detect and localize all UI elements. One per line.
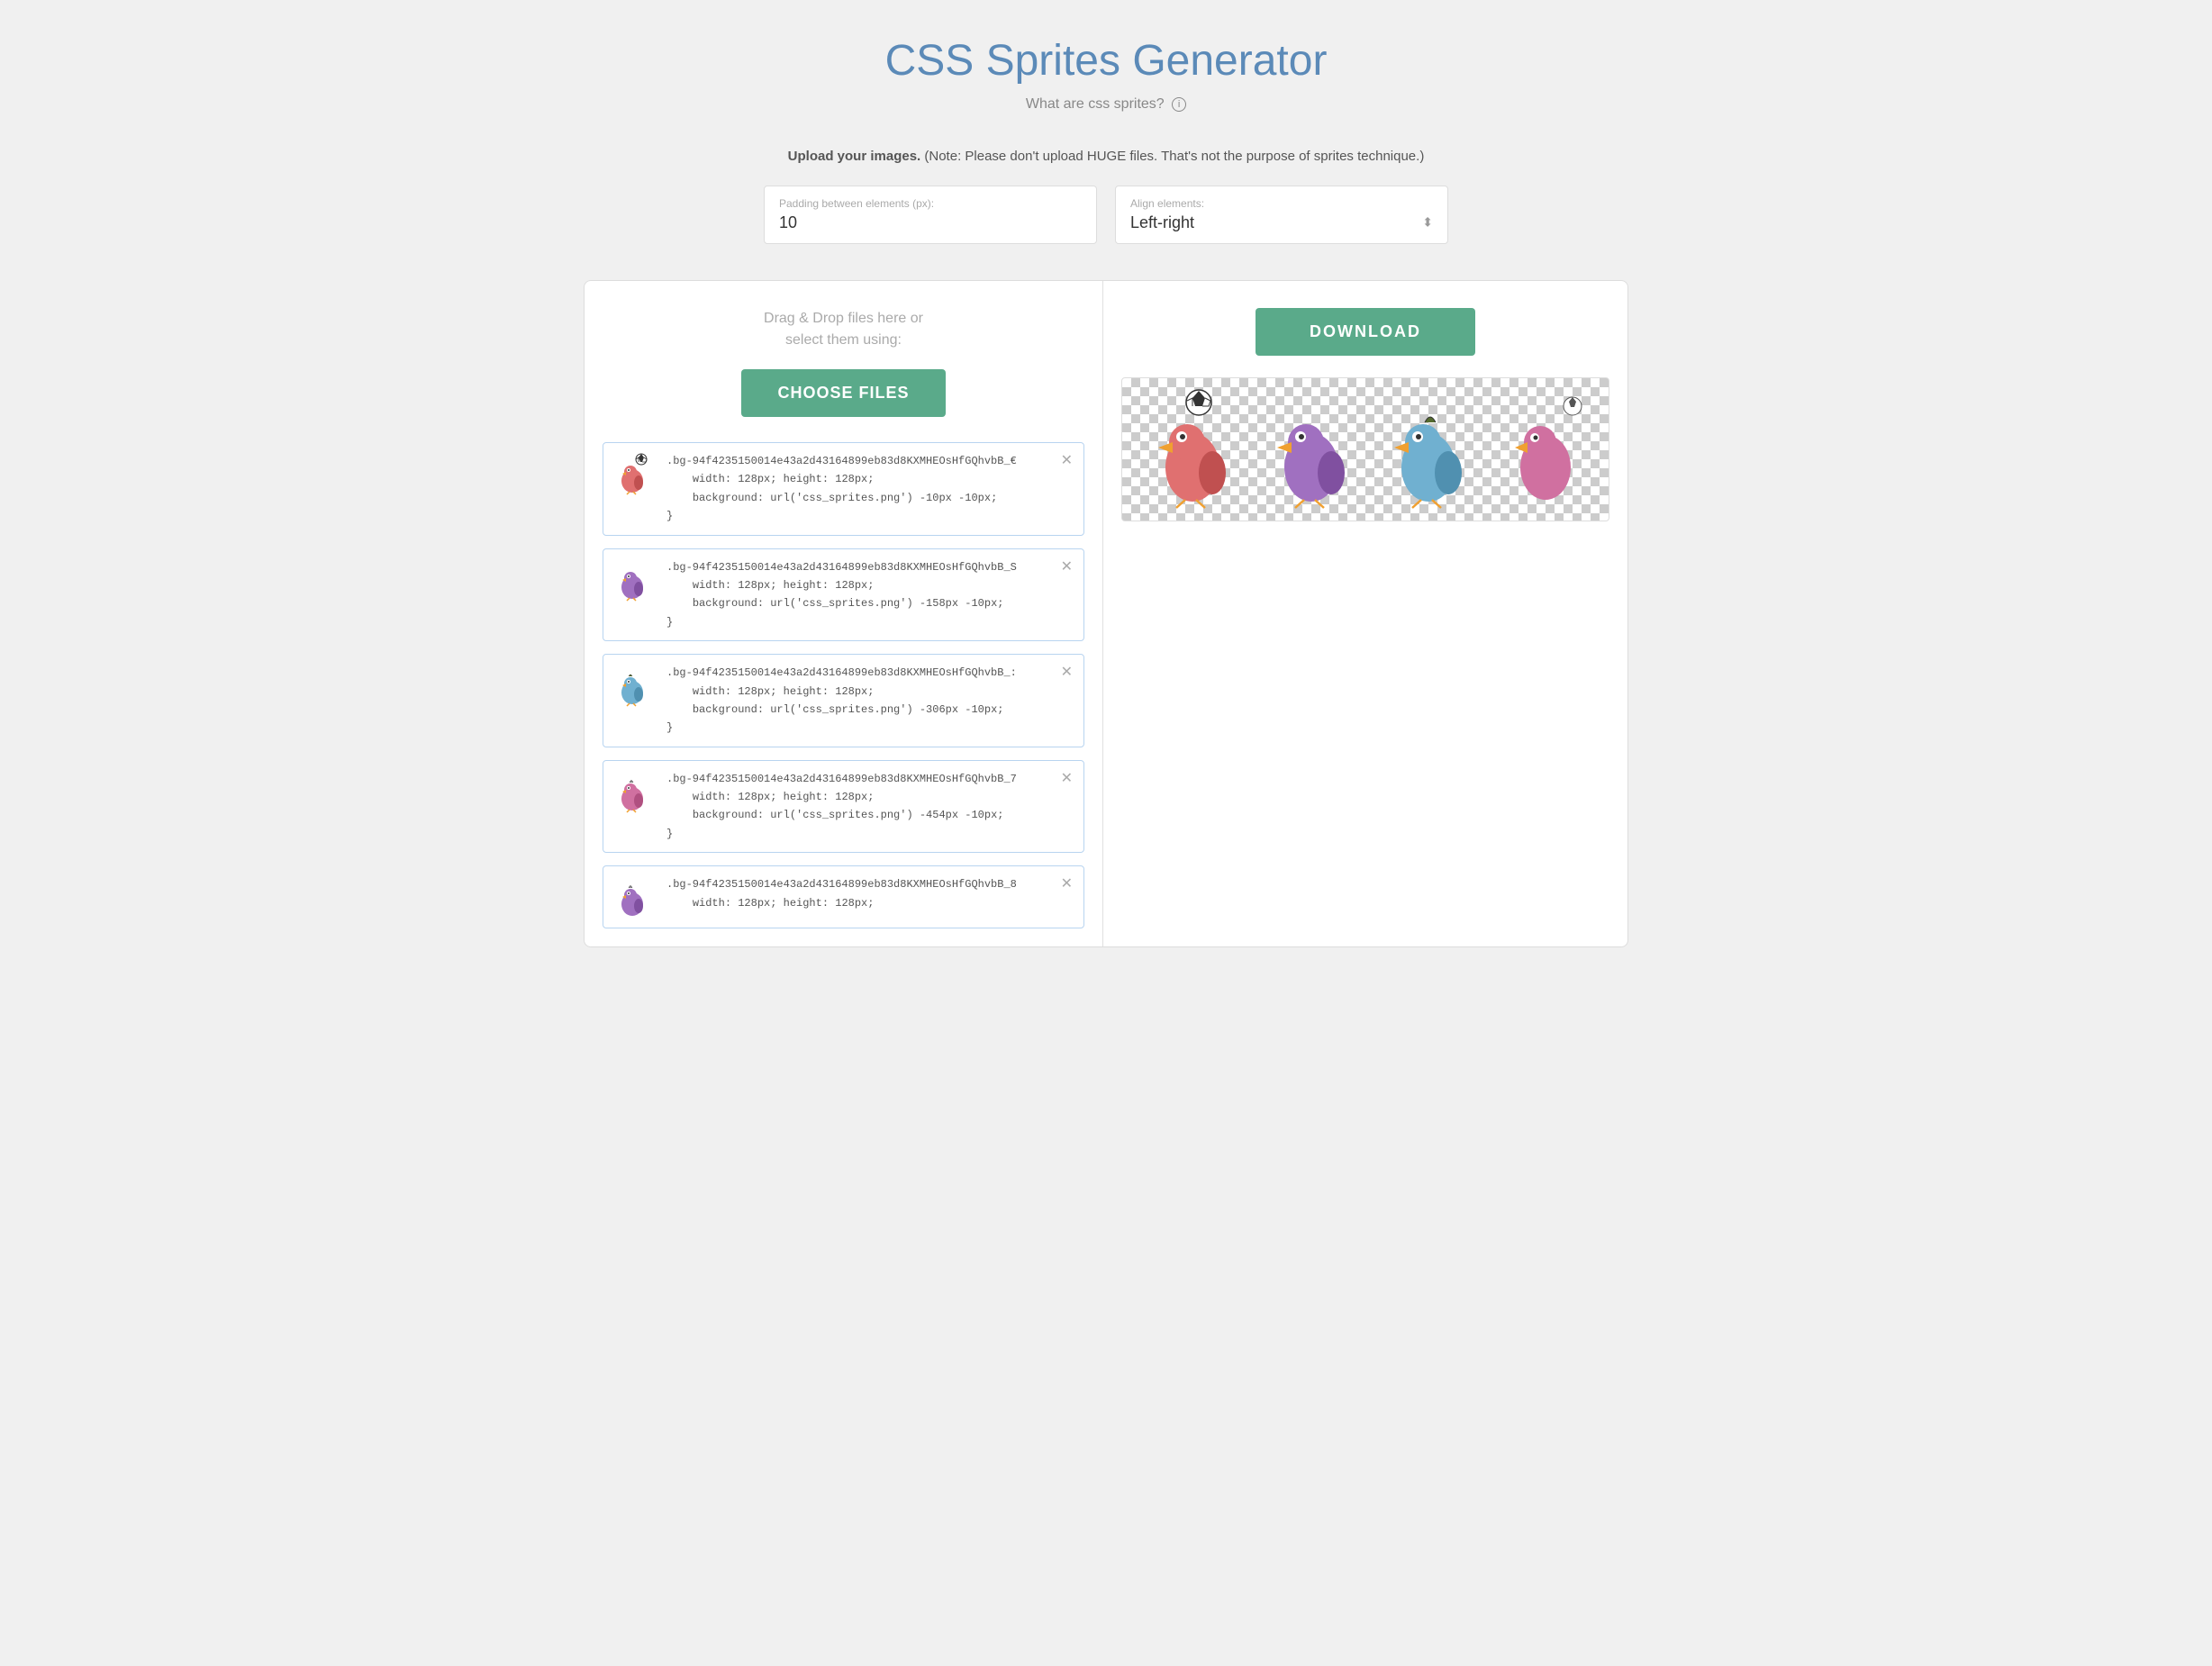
right-panel: DOWNLOAD <box>1103 281 1627 946</box>
bird-thumbnail-1 <box>614 452 657 495</box>
align-option: Align elements: Left-right Top-bottom Di… <box>1115 186 1448 244</box>
page-title: CSS Sprites Generator <box>584 36 1628 86</box>
sprite-remove-5[interactable]: ✕ <box>1061 877 1073 892</box>
upload-note: Upload your images. (Note: Please don't … <box>584 149 1628 164</box>
sprite-thumbnail-2 <box>614 558 657 602</box>
align-label: Align elements: <box>1130 197 1433 210</box>
sprite-remove-1[interactable]: ✕ <box>1061 454 1073 468</box>
padding-label: Padding between elements (px): <box>779 197 1082 210</box>
align-select[interactable]: Left-right Top-bottom Diagonal <box>1130 213 1433 231</box>
download-button[interactable]: DOWNLOAD <box>1256 308 1475 356</box>
sprite-remove-3[interactable]: ✕ <box>1061 665 1073 680</box>
sprite-item: .bg-94f4235150014e43a2d43164899eb83d8KXM… <box>603 865 1084 928</box>
sprite-thumbnail-4 <box>614 770 657 813</box>
sprite-code-1: .bg-94f4235150014e43a2d43164899eb83d8KXM… <box>666 452 1052 526</box>
main-panel: Drag & Drop files here or select them us… <box>584 280 1628 947</box>
bird-thumbnail-2 <box>614 558 657 602</box>
sprite-thumbnail-1 <box>614 452 657 495</box>
sprite-item: .bg-94f4235150014e43a2d43164899eb83d8KXM… <box>603 654 1084 747</box>
info-icon[interactable]: i <box>1172 97 1186 112</box>
sprite-remove-4[interactable]: ✕ <box>1061 772 1073 786</box>
bird-thumbnail-4 <box>614 770 657 813</box>
subtitle-text: What are css sprites? <box>1026 96 1165 112</box>
choose-files-button[interactable]: CHOOSE FILES <box>741 369 945 417</box>
sprite-code-4: .bg-94f4235150014e43a2d43164899eb83d8KXM… <box>666 770 1052 844</box>
bird-thumbnail-3 <box>614 664 657 707</box>
sprite-code-3: .bg-94f4235150014e43a2d43164899eb83d8KXM… <box>666 664 1052 738</box>
sprite-item: .bg-94f4235150014e43a2d43164899eb83d8KXM… <box>603 442 1084 536</box>
sprite-remove-2[interactable]: ✕ <box>1061 560 1073 575</box>
sprite-sheet-svg <box>1131 386 1600 512</box>
sprite-item: .bg-94f4235150014e43a2d43164899eb83d8KXM… <box>603 760 1084 854</box>
padding-option: Padding between elements (px): 10 <box>764 186 1097 244</box>
options-row: Padding between elements (px): 10 Align … <box>764 186 1448 244</box>
sprite-preview <box>1121 377 1609 521</box>
left-panel: Drag & Drop files here or select them us… <box>585 281 1103 946</box>
sprite-item: .bg-94f4235150014e43a2d43164899eb83d8KXM… <box>603 548 1084 642</box>
drag-drop-text: Drag & Drop files here or select them us… <box>603 308 1084 351</box>
sprite-code-5: .bg-94f4235150014e43a2d43164899eb83d8KXM… <box>666 875 1052 912</box>
padding-value[interactable]: 10 <box>779 213 1082 232</box>
bird-thumbnail-5 <box>614 875 657 919</box>
sprite-thumbnail-3 <box>614 664 657 707</box>
sprite-code-2: .bg-94f4235150014e43a2d43164899eb83d8KXM… <box>666 558 1052 632</box>
sprite-thumbnail-5 <box>614 875 657 919</box>
